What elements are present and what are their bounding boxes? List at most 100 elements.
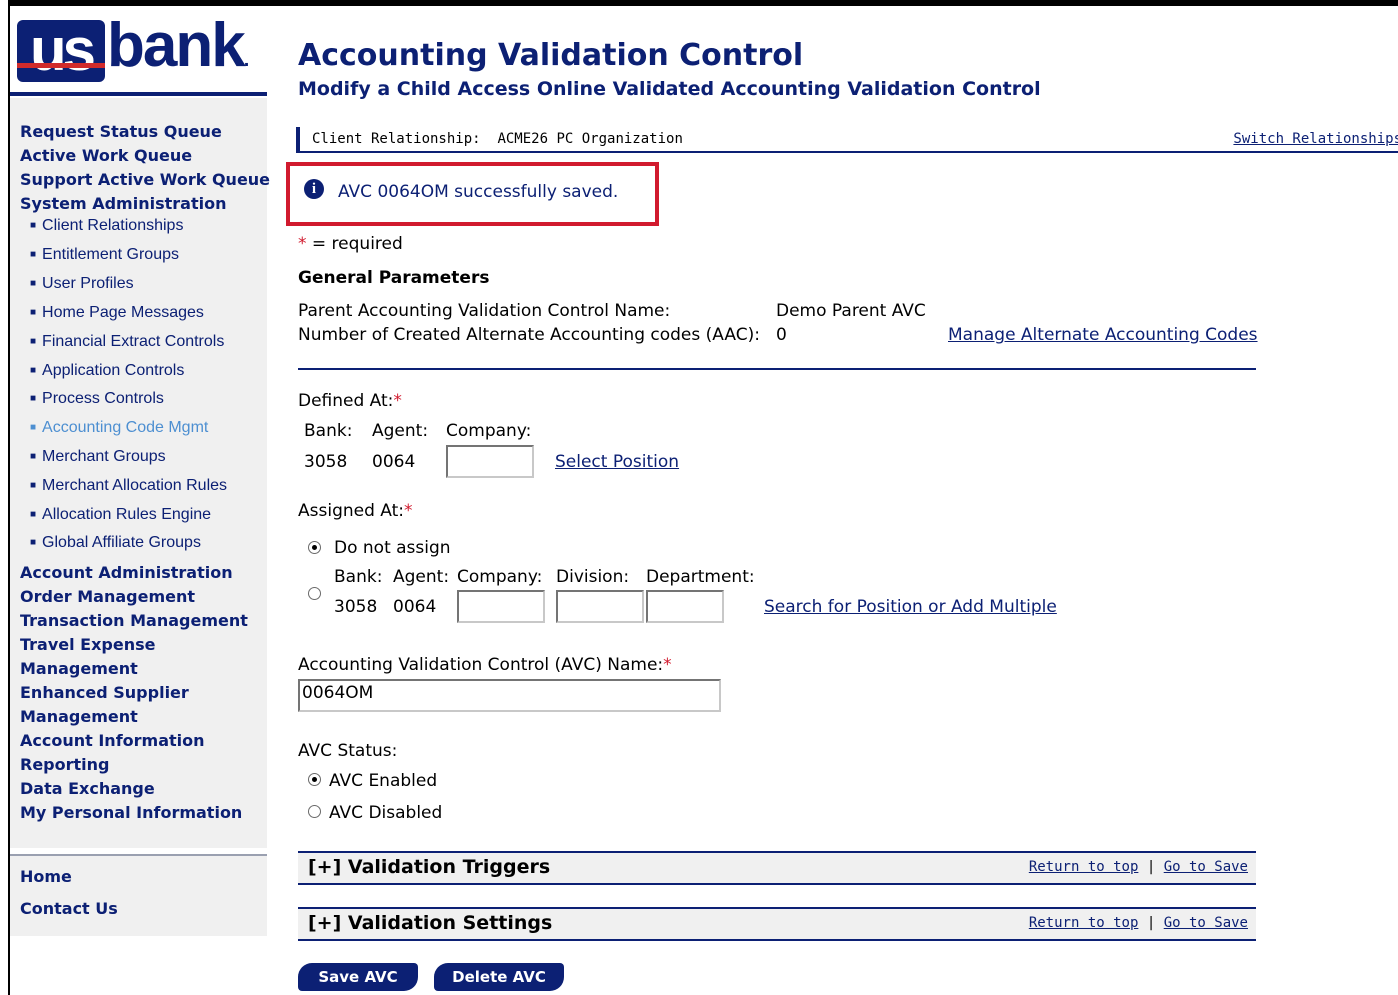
assigned-bank-label: Bank: (334, 567, 383, 587)
nav-enhanced-supplier-management[interactable]: Management (20, 707, 138, 726)
subnav-allocation-rules-engine[interactable]: ■ Allocation Rules Engine (30, 506, 211, 524)
bullet-icon: ■ (30, 249, 37, 260)
logo-bank-text: bank. (107, 11, 249, 80)
bullet-icon: ■ (30, 307, 37, 318)
general-parameters-heading: General Parameters (298, 268, 490, 288)
nav-data-exchange[interactable]: Data Exchange (20, 779, 155, 798)
page-title: Accounting Validation Control (298, 38, 804, 73)
subnav-global-affiliate-groups[interactable]: ■ Global Affiliate Groups (30, 534, 201, 552)
nav-system-administration[interactable]: System Administration (20, 194, 226, 213)
assigned-department-field[interactable] (646, 590, 724, 623)
section-links: Return to top | Go to Save (1028, 859, 1248, 875)
bullet-icon: ■ (30, 393, 37, 404)
return-to-top-link[interactable]: Return to top (1029, 859, 1139, 875)
assigned-agent-label: Agent: (393, 567, 450, 587)
subnav-user-profiles[interactable]: ■ User Profiles (30, 275, 134, 293)
assigned-company-label: Company: (457, 567, 543, 587)
assigned-bank-value: 3058 (334, 597, 378, 617)
nav-active-work-queue[interactable]: Active Work Queue (20, 146, 192, 165)
defined-bank-value: 3058 (304, 452, 348, 472)
info-icon: i (304, 179, 324, 199)
subnav-merchant-groups[interactable]: ■ Merchant Groups (30, 448, 166, 466)
nav-travel-expense-management[interactable]: Management (20, 659, 138, 678)
aac-count-value: 0 (776, 325, 787, 345)
assigned-agent-value: 0064 (393, 597, 437, 617)
do-not-assign-radio[interactable] (308, 541, 321, 554)
subnav-entitlement-groups[interactable]: ■ Entitlement Groups (30, 246, 179, 264)
nav-account-information[interactable]: Account Information (20, 731, 205, 750)
divider (298, 368, 1256, 370)
nav-travel-expense[interactable]: Travel Expense (20, 635, 156, 654)
avc-status-label: AVC Status: (298, 741, 398, 761)
assign-position-radio[interactable] (308, 587, 321, 600)
defined-at-label: Defined At:* (298, 391, 402, 411)
nav-request-status-queue[interactable]: Request Status Queue (20, 122, 222, 141)
do-not-assign-label: Do not assign (334, 538, 451, 558)
go-to-save-link[interactable]: Go to Save (1164, 915, 1248, 931)
parent-avc-value: Demo Parent AVC (776, 301, 926, 321)
nav-home[interactable]: Home (20, 867, 72, 886)
assigned-at-label: Assigned At:* (298, 501, 413, 521)
nav-enhanced-supplier[interactable]: Enhanced Supplier (20, 683, 189, 702)
window-left-border (0, 0, 10, 995)
relationship-text: Client Relationship: ACME26 PC Organizat… (312, 131, 683, 147)
success-message: i AVC 0064OM successfully saved. (286, 162, 659, 226)
nav-account-administration[interactable]: Account Administration (20, 563, 233, 582)
defined-company-field[interactable] (446, 445, 534, 478)
select-position-link[interactable]: Select Position (555, 452, 679, 472)
avc-disabled-label: AVC Disabled (329, 803, 443, 823)
logo-us-mark: us (17, 20, 105, 82)
assigned-division-label: Division: (556, 567, 630, 587)
subnav-merchant-allocation-rules[interactable]: ■ Merchant Allocation Rules (30, 477, 227, 495)
subnav-accounting-code-mgmt[interactable]: ■ Accounting Code Mgmt (30, 419, 208, 437)
bullet-icon: ■ (30, 422, 37, 433)
save-avc-button[interactable]: Save AVC (298, 963, 418, 991)
bullet-icon: ■ (30, 537, 37, 548)
subnav-financial-extract-controls[interactable]: ■ Financial Extract Controls (30, 333, 224, 351)
bullet-icon: ■ (30, 451, 37, 462)
subnav-home-page-messages[interactable]: ■ Home Page Messages (30, 304, 204, 322)
avc-enabled-radio[interactable] (308, 773, 321, 786)
success-message-text: AVC 0064OM successfully saved. (338, 182, 619, 202)
aac-count-label: Number of Created Alternate Accounting c… (298, 325, 760, 345)
section-title[interactable]: [+] Validation Settings (308, 912, 552, 934)
nav-support-active-work-queue[interactable]: Support Active Work Queue (20, 170, 270, 189)
subnav-application-controls[interactable]: ■ Application Controls (30, 362, 184, 380)
search-position-link[interactable]: Search for Position or Add Multiple (764, 597, 1057, 617)
bullet-icon: ■ (30, 220, 37, 231)
validation-triggers-section[interactable]: [+] Validation Triggers Return to top | … (298, 851, 1256, 885)
bullet-icon: ■ (30, 278, 37, 289)
delete-avc-button[interactable]: Delete AVC (434, 963, 564, 991)
nav-account-information-reporting[interactable]: Reporting (20, 755, 109, 774)
avc-name-field[interactable]: 0064OM (298, 679, 721, 712)
go-to-save-link[interactable]: Go to Save (1164, 859, 1248, 875)
switch-relationships-link[interactable]: Switch Relationships (1233, 131, 1398, 147)
section-title[interactable]: [+] Validation Triggers (308, 856, 550, 878)
main-content: Accounting Validation Control Modify a C… (286, 0, 1398, 995)
sidebar: us bank. Request Status Queue Active Wor… (10, 6, 270, 995)
defined-agent-value: 0064 (372, 452, 416, 472)
nav-order-management[interactable]: Order Management (20, 587, 195, 606)
defined-company-label: Company: (446, 421, 532, 441)
nav-transaction-management[interactable]: Transaction Management (20, 611, 248, 630)
nav-my-personal-information[interactable]: My Personal Information (20, 803, 242, 822)
nav-contact-us[interactable]: Contact Us (20, 899, 118, 918)
assigned-company-field[interactable] (457, 590, 545, 623)
validation-settings-section[interactable]: [+] Validation Settings Return to top | … (298, 907, 1256, 941)
subnav-process-controls[interactable]: ■ Process Controls (30, 390, 164, 408)
subnav-client-relationships[interactable]: ■ Client Relationships (30, 217, 183, 235)
bullet-icon: ■ (30, 365, 37, 376)
usbank-logo[interactable]: us bank. (17, 11, 267, 86)
defined-agent-label: Agent: (372, 421, 429, 441)
assigned-department-label: Department: (646, 567, 755, 587)
avc-enabled-label: AVC Enabled (329, 771, 438, 791)
return-to-top-link[interactable]: Return to top (1029, 915, 1139, 931)
avc-name-label: Accounting Validation Control (AVC) Name… (298, 655, 672, 675)
page-subtitle: Modify a Child Access Online Validated A… (298, 78, 1041, 100)
assigned-division-field[interactable] (556, 590, 644, 623)
manage-aac-link[interactable]: Manage Alternate Accounting Codes (948, 325, 1258, 345)
parent-avc-label: Parent Accounting Validation Control Nam… (298, 301, 671, 321)
bullet-icon: ■ (30, 336, 37, 347)
avc-disabled-radio[interactable] (308, 805, 321, 818)
relationship-bar: Client Relationship: ACME26 PC Organizat… (296, 127, 1398, 153)
